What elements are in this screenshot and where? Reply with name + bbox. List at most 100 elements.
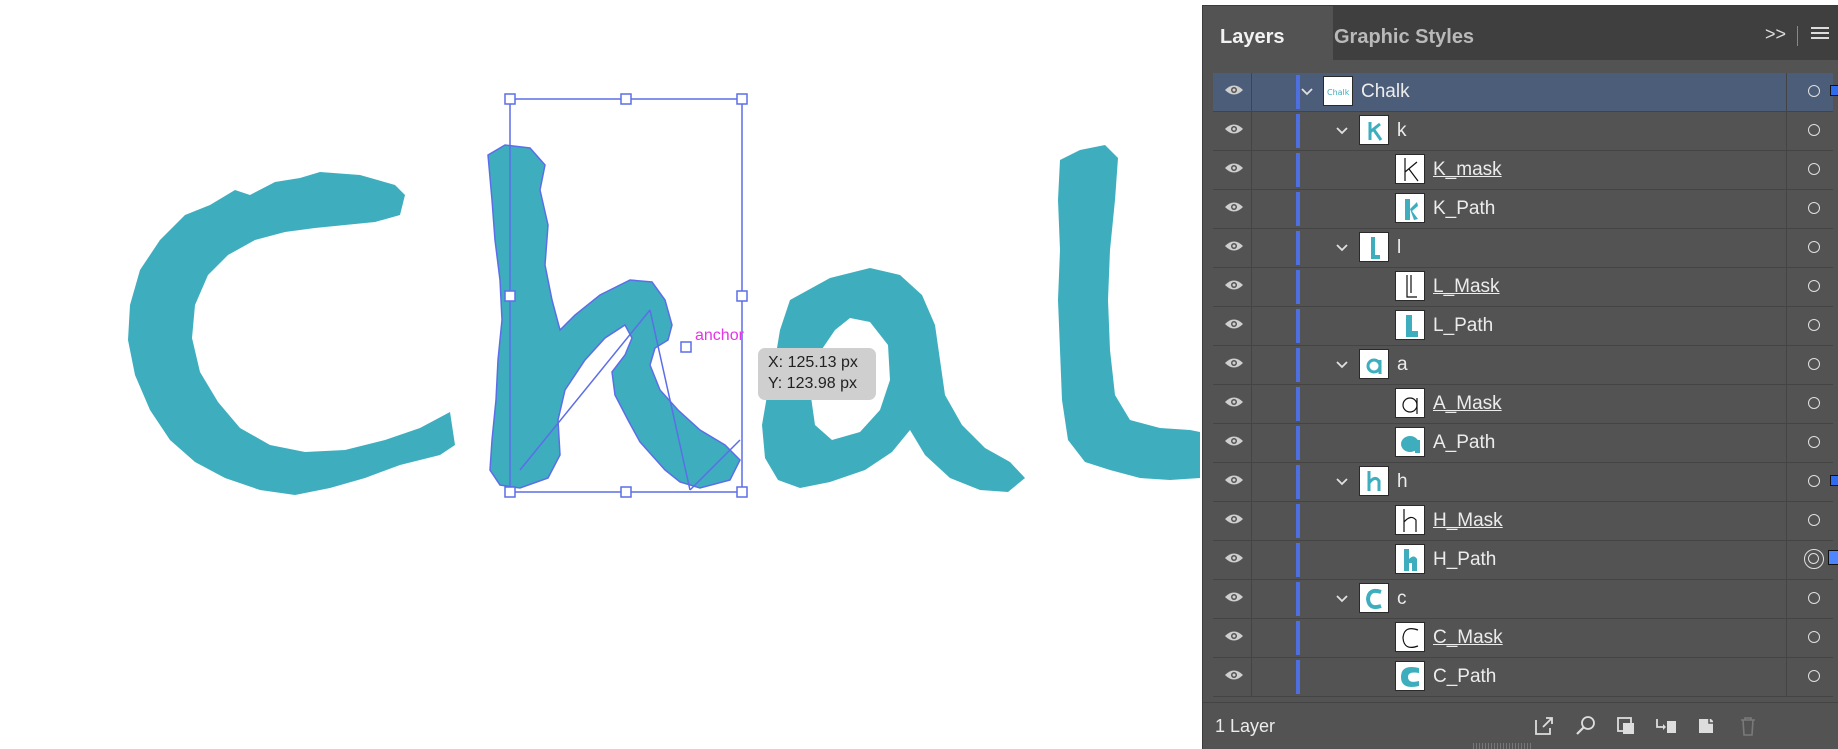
target-circle-icon[interactable] [1808, 319, 1820, 331]
lock-column[interactable] [1251, 385, 1252, 423]
layer-row[interactable]: C_Path [1213, 658, 1833, 697]
lock-column[interactable] [1251, 502, 1252, 540]
lock-column[interactable] [1251, 307, 1252, 345]
layer-name[interactable]: H_Path [1433, 549, 1496, 571]
lock-column[interactable] [1251, 151, 1252, 189]
layer-name[interactable]: l [1397, 237, 1401, 259]
target-circle-icon[interactable] [1808, 670, 1820, 682]
visibility-eye-icon[interactable] [1224, 83, 1244, 97]
tab-layers[interactable]: Layers [1203, 6, 1333, 60]
target-circle-icon[interactable] [1808, 163, 1820, 175]
make-clipping-mask-icon[interactable] [1615, 715, 1637, 737]
visibility-eye-icon[interactable] [1224, 239, 1244, 253]
visibility-eye-icon[interactable] [1224, 395, 1244, 409]
lock-column[interactable] [1251, 658, 1252, 696]
target-circle-icon[interactable] [1804, 549, 1824, 569]
visibility-eye-icon[interactable] [1224, 356, 1244, 370]
visibility-eye-icon[interactable] [1224, 161, 1244, 175]
target-circle-icon[interactable] [1808, 358, 1820, 370]
visibility-eye-icon[interactable] [1224, 434, 1244, 448]
layer-name[interactable]: a [1397, 354, 1408, 376]
target-circle-icon[interactable] [1808, 202, 1820, 214]
layer-row[interactable]: H_Path [1213, 541, 1838, 580]
layer-row[interactable]: C_Mask [1213, 619, 1833, 658]
new-sublayer-icon[interactable] [1655, 715, 1677, 737]
layer-name[interactable]: C_Path [1433, 666, 1496, 688]
layer-row[interactable]: K_mask [1213, 151, 1833, 190]
layer-row[interactable]: H_Mask [1213, 502, 1833, 541]
layer-name[interactable]: h [1397, 471, 1408, 493]
artboard-canvas[interactable]: anchor X: 125.13 px Y: 123.98 px [0, 0, 1200, 748]
target-circle-icon[interactable] [1808, 631, 1820, 643]
tab-graphic-styles[interactable]: Graphic Styles [1317, 6, 1491, 60]
layer-name[interactable]: A_Mask [1433, 393, 1502, 415]
layer-name[interactable]: k [1397, 120, 1407, 142]
layer-row[interactable]: K_Path [1213, 190, 1833, 229]
visibility-eye-icon[interactable] [1224, 590, 1244, 604]
lock-column[interactable] [1251, 229, 1252, 267]
selection-indicator[interactable] [1828, 550, 1838, 565]
layer-name[interactable]: H_Mask [1433, 510, 1503, 532]
visibility-eye-icon[interactable] [1224, 200, 1244, 214]
target-circle-icon[interactable] [1808, 241, 1820, 253]
lock-column[interactable] [1251, 463, 1252, 501]
target-circle-icon[interactable] [1808, 85, 1820, 97]
layer-row[interactable]: h [1213, 463, 1838, 502]
locate-object-icon[interactable] [1575, 715, 1597, 737]
new-layer-icon[interactable] [1695, 715, 1717, 737]
layer-row[interactable]: Chalk Chalk [1213, 73, 1838, 112]
visibility-eye-icon[interactable] [1224, 668, 1244, 682]
visibility-eye-icon[interactable] [1224, 473, 1244, 487]
lock-column[interactable] [1251, 268, 1252, 306]
layer-row[interactable]: L_Path [1213, 307, 1833, 346]
chevron-down-icon[interactable] [1333, 473, 1351, 491]
chevron-down-icon[interactable] [1298, 83, 1316, 101]
target-circle-icon[interactable] [1808, 124, 1820, 136]
export-icon[interactable] [1533, 715, 1555, 737]
layer-name[interactable]: C_Mask [1433, 627, 1503, 649]
chevron-down-icon[interactable] [1333, 590, 1351, 608]
lock-column[interactable] [1251, 73, 1252, 111]
lock-column[interactable] [1251, 541, 1252, 579]
target-circle-icon[interactable] [1808, 280, 1820, 292]
layer-row[interactable]: k [1213, 112, 1833, 151]
layer-name[interactable]: K_mask [1433, 159, 1502, 181]
chevron-down-icon[interactable] [1333, 356, 1351, 374]
layer-name[interactable]: Chalk [1361, 81, 1410, 103]
layer-row[interactable]: a [1213, 346, 1833, 385]
visibility-eye-icon[interactable] [1224, 317, 1244, 331]
target-circle-icon[interactable] [1808, 436, 1820, 448]
layer-row[interactable]: l [1213, 229, 1833, 268]
layer-row[interactable]: c [1213, 580, 1833, 619]
selection-indicator[interactable] [1830, 85, 1838, 96]
chalk-artwork[interactable] [0, 0, 1200, 748]
lock-column[interactable] [1251, 346, 1252, 384]
lock-column[interactable] [1251, 190, 1252, 228]
lock-column[interactable] [1251, 580, 1252, 618]
target-circle-icon[interactable] [1808, 592, 1820, 604]
layer-row[interactable]: A_Path [1213, 424, 1833, 463]
lock-column[interactable] [1251, 112, 1252, 150]
visibility-eye-icon[interactable] [1224, 278, 1244, 292]
panel-resize-grip[interactable] [1473, 743, 1533, 749]
target-circle-icon[interactable] [1808, 514, 1820, 526]
target-circle-icon[interactable] [1808, 397, 1820, 409]
layer-row[interactable]: L_Mask [1213, 268, 1833, 307]
target-circle-icon[interactable] [1808, 475, 1820, 487]
chevron-down-icon[interactable] [1333, 122, 1351, 140]
layer-row[interactable]: A_Mask [1213, 385, 1833, 424]
visibility-eye-icon[interactable] [1224, 551, 1244, 565]
layer-name[interactable]: c [1397, 588, 1407, 610]
visibility-eye-icon[interactable] [1224, 122, 1244, 136]
visibility-eye-icon[interactable] [1224, 629, 1244, 643]
layer-name[interactable]: L_Mask [1433, 276, 1500, 298]
chevron-down-icon[interactable] [1333, 239, 1351, 257]
layer-name[interactable]: L_Path [1433, 315, 1493, 337]
layer-name[interactable]: A_Path [1433, 432, 1495, 454]
panel-menu-icon[interactable] [1811, 24, 1829, 42]
delete-icon[interactable] [1737, 715, 1759, 737]
selection-indicator[interactable] [1830, 475, 1838, 486]
visibility-eye-icon[interactable] [1224, 512, 1244, 526]
layer-name[interactable]: K_Path [1433, 198, 1495, 220]
lock-column[interactable] [1251, 619, 1252, 657]
